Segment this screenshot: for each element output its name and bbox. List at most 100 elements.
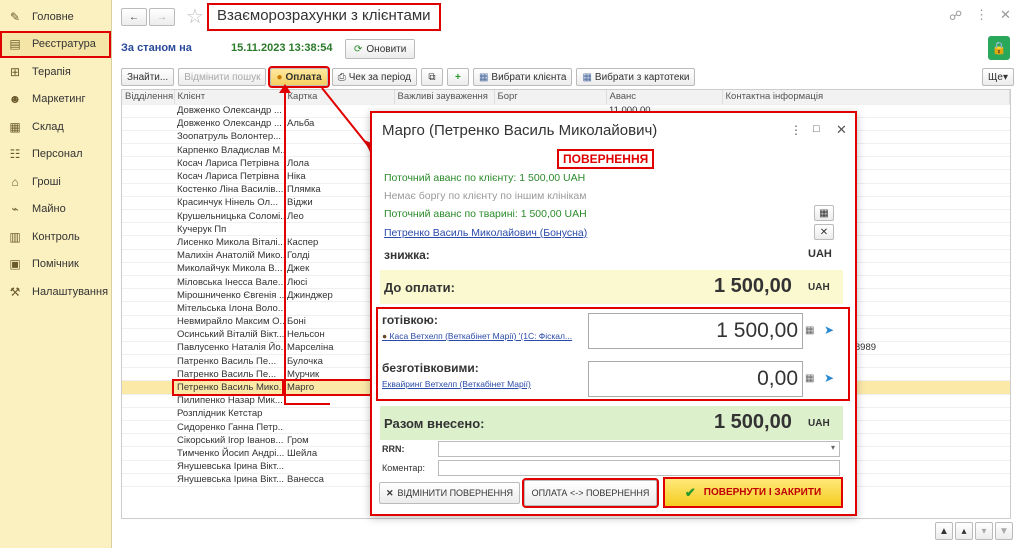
- column-header[interactable]: Важливі зауваження: [394, 90, 495, 105]
- rrn-field[interactable]: ▾: [438, 441, 840, 457]
- cell-empty: [122, 275, 174, 290]
- sidebar-item-10[interactable]: ⚒ Налаштування: [0, 278, 111, 306]
- sidebar-item-7[interactable]: ⌁ Майно: [0, 196, 111, 224]
- cell-client: Пилипенко Назар Мик...: [174, 394, 284, 408]
- sidebar-item-2[interactable]: ⊞ Терапія: [0, 58, 111, 86]
- annotation-arrow: [284, 403, 330, 405]
- column-header[interactable]: Борг: [494, 90, 607, 105]
- refresh-button[interactable]: ⟳ Оновити: [345, 39, 416, 59]
- close-icon: ✕: [386, 487, 394, 498]
- sidebar-item-9[interactable]: ▣ Помічник: [0, 251, 111, 279]
- more-vert-icon[interactable]: ⋮: [975, 7, 988, 23]
- bonus-link[interactable]: Петренко Василь Миколайович (Бонусна): [384, 227, 587, 239]
- first-page-icon[interactable]: ▲: [935, 522, 953, 540]
- cell-empty: [122, 433, 174, 448]
- cell-empty: [122, 143, 174, 158]
- cell-empty: [122, 380, 174, 395]
- copy-button[interactable]: ⧉: [420, 68, 443, 86]
- table-icon: ▦: [478, 71, 489, 83]
- next-page-icon[interactable]: ▾: [975, 522, 993, 540]
- clear-bonus-button[interactable]: ✕: [814, 224, 834, 240]
- sidebar-item-8[interactable]: ▥ Контроль: [0, 223, 111, 251]
- find-button[interactable]: Знайти...: [121, 68, 175, 86]
- fill-arrow-icon[interactable]: ➤: [824, 323, 834, 337]
- column-header[interactable]: Аванс: [606, 90, 723, 105]
- sidebar-item-0[interactable]: ✎ Головне: [0, 3, 111, 31]
- acquiring-link[interactable]: Еквайринг Ветхелп (Веткабінет Марії): [382, 379, 531, 389]
- cell-client: Лисенко Микола Віталі...: [174, 235, 284, 250]
- cancel-return-button[interactable]: ✕ ВІДМІНИТИ ПОВЕРНЕННЯ: [379, 482, 521, 504]
- column-header[interactable]: Клієнт: [174, 90, 285, 105]
- cell-empty: [122, 222, 174, 237]
- cell-empty: [122, 328, 174, 342]
- calculator-icon[interactable]: ▦: [805, 373, 814, 384]
- calculator-icon[interactable]: ▦: [805, 325, 814, 336]
- sidebar-item-label: Головне: [32, 10, 74, 23]
- sidebar-item-5[interactable]: ☷ Персонал: [0, 141, 111, 169]
- sidebar-item-label: Склад: [32, 120, 64, 133]
- cell-client: Мірошниченко Євгенія ...: [174, 288, 284, 303]
- calculator-icon: ▦: [819, 207, 829, 219]
- return-and-close-label: ПОВЕРНУТИ І ЗАКРИТИ: [703, 487, 822, 498]
- noncash-input[interactable]: 0,00: [588, 361, 803, 397]
- sidebar-item-4[interactable]: ▦ Склад: [0, 113, 111, 141]
- back-button[interactable]: ←: [121, 8, 147, 26]
- control-icon: ▥: [9, 229, 21, 244]
- maximize-icon[interactable]: □: [813, 123, 820, 135]
- to-pay-value: 1 500,00: [714, 275, 792, 297]
- cell-client: Довженко Олександр ...: [174, 117, 284, 131]
- cell-client: Карпенко Владислав М...: [174, 143, 284, 158]
- sidebar-item-label: Налаштування: [32, 285, 109, 298]
- cell-client: Косач Лариса Петрівна: [174, 156, 284, 171]
- cell-client: Тимченко Йосип Андрі...: [174, 446, 284, 461]
- sidebar-item-1[interactable]: ▤ Реєстратура: [0, 30, 111, 58]
- cash-register-link[interactable]: ● Каса Ветхелп (Веткабінет Марії) '(1С: …: [382, 331, 572, 341]
- switch-mode-button[interactable]: ОПЛАТА <-> ПОВЕРНЕННЯ: [522, 478, 659, 508]
- cash-input[interactable]: 1 500,00: [588, 313, 803, 349]
- sidebar-item-3[interactable]: ☻ Маркетинг: [0, 86, 111, 114]
- sidebar-item-label: Гроші: [32, 175, 61, 188]
- cash-register-icon: ●: [382, 331, 388, 341]
- cell-client: Янушевська Ірина Вікт...: [174, 473, 284, 487]
- return-and-close-button[interactable]: ✔ ПОВЕРНУТИ І ЗАКРИТИ: [663, 477, 843, 508]
- cancel-search-button[interactable]: Відмінити пошук: [178, 68, 267, 86]
- as-of-label: За станом на: [121, 42, 192, 54]
- calculator-button[interactable]: ▦: [814, 205, 834, 221]
- close-icon[interactable]: ✕: [836, 122, 847, 138]
- choose-client-button[interactable]: ▦ Вибрати клієнта: [472, 68, 573, 86]
- choose-card-button[interactable]: ▦ Вибрати з картотеки: [576, 68, 696, 86]
- fill-arrow-icon[interactable]: ➤: [824, 371, 834, 385]
- mode-badge: ПОВЕРНЕННЯ: [556, 149, 655, 169]
- column-header[interactable]: Відділення: [122, 90, 175, 105]
- last-page-icon[interactable]: ▼: [995, 522, 1013, 540]
- cell-client: Сидоренко Ганна Петр...: [174, 420, 284, 435]
- more-vert-icon[interactable]: ⋮: [790, 123, 802, 137]
- comment-field[interactable]: [438, 460, 840, 476]
- debt-info: Немає боргу по клієнту по іншим клінікам: [384, 190, 587, 202]
- cell-client: Малихін Анатолій Мико...: [174, 249, 284, 263]
- assistant-icon: ▣: [9, 257, 21, 272]
- marketing-icon: ☻: [8, 92, 22, 107]
- close-icon[interactable]: ✕: [1000, 7, 1011, 23]
- prev-page-icon[interactable]: ▴: [955, 522, 973, 540]
- column-header[interactable]: Контактна інформація: [722, 90, 1010, 105]
- favorite-star-icon[interactable]: ☆: [186, 4, 204, 29]
- pet-advance-info: Поточний аванс по тварині: 1 500,00 UAH: [384, 208, 587, 220]
- comment-label: Коментар:: [382, 463, 425, 473]
- forward-button[interactable]: →: [149, 8, 175, 26]
- link-icon[interactable]: ☍: [949, 8, 962, 24]
- cell-client: Зоопатруль Волонтер...: [174, 130, 284, 145]
- add-button[interactable]: +: [446, 68, 469, 86]
- check-period-button[interactable]: ⎙ Чек за період: [331, 68, 417, 86]
- cell-client: Костенко Ліна Василів...: [174, 183, 284, 197]
- register-icon: ▤: [9, 37, 21, 52]
- lock-icon[interactable]: 🔒: [988, 36, 1010, 60]
- cancel-return-label: ВІДМІНИТИ ПОВЕРНЕННЯ: [397, 488, 514, 498]
- cell-client: Миколайчук Микола В...: [174, 262, 284, 276]
- more-button[interactable]: Ще ▾: [982, 68, 1014, 86]
- cell-empty: [122, 354, 174, 369]
- cell-client: Кучерук Пп: [174, 222, 284, 237]
- cell-empty: [122, 301, 174, 316]
- sidebar-item-6[interactable]: ⌂ Гроші: [0, 168, 111, 196]
- money-icon: ⌂: [11, 174, 19, 189]
